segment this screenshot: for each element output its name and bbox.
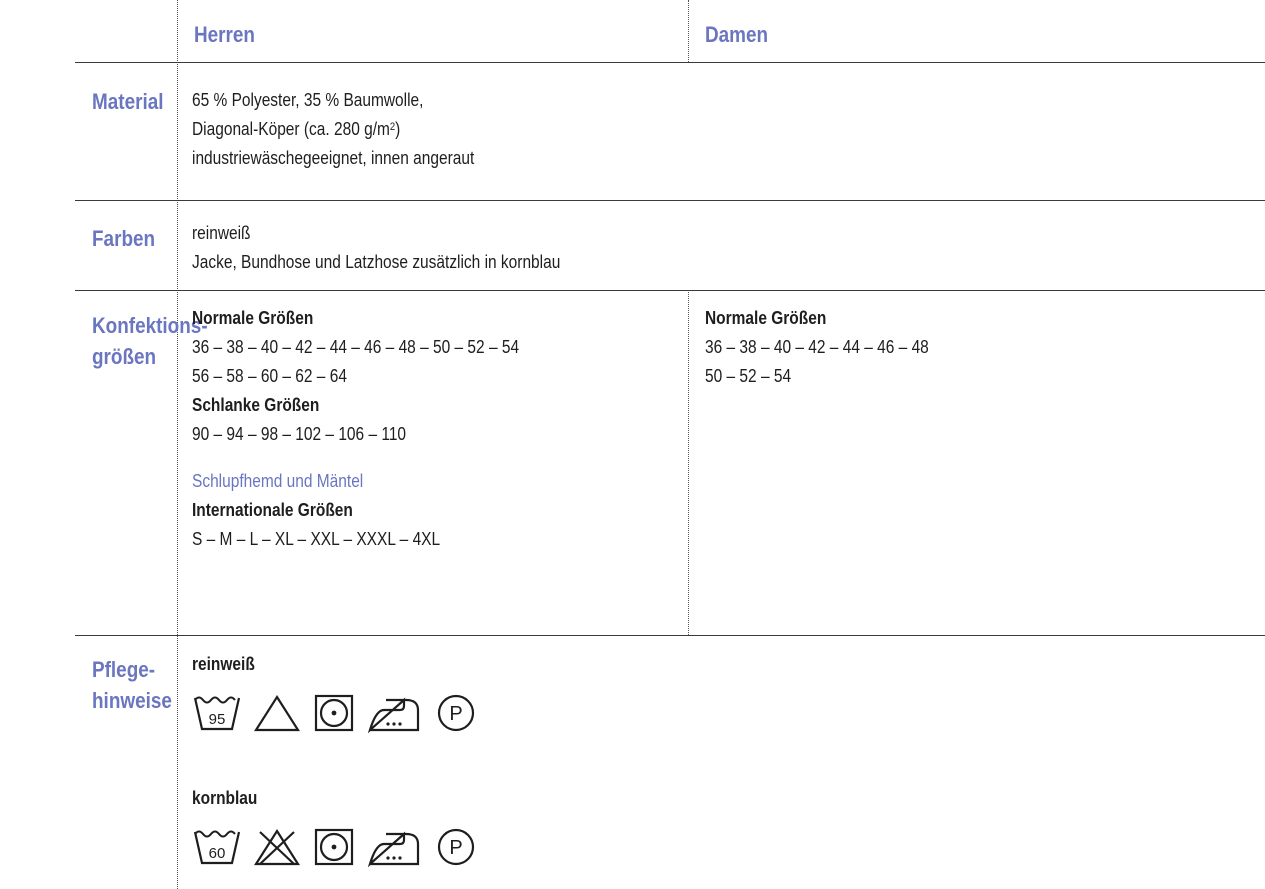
- iron-icon: [367, 831, 420, 868]
- svg-text:60: 60: [209, 845, 226, 862]
- herren-normal-title: Normale Größen: [192, 308, 314, 328]
- farben-line-2: Jacke, Bundhose und Latzhose zusätzlich …: [192, 252, 561, 272]
- row-label-farben: Farben: [92, 226, 156, 251]
- iron-icon: [367, 697, 420, 734]
- farben-line-1: reinweiß: [192, 223, 251, 243]
- groessen-damen: Normale Größen 36 – 38 – 40 – 42 – 44 – …: [705, 304, 929, 391]
- svg-text:P: P: [449, 837, 462, 859]
- damen-normal-title: Normale Größen: [705, 308, 827, 328]
- spec-table: Herren Damen Material 65 % Polyester, 35…: [0, 0, 1265, 889]
- dry-clean-p-icon: P: [437, 694, 475, 732]
- row-rule-1: [75, 62, 1265, 63]
- herren-intl-line: S – M – L – XL – XXL – XXXL – 4XL: [192, 529, 441, 549]
- column-header-damen: Damen: [705, 22, 769, 47]
- row-rule-4: [75, 635, 1265, 636]
- row-rule-3: [75, 290, 1265, 291]
- svg-text:P: P: [449, 703, 462, 725]
- groessen-herren: Normale Größen 36 – 38 – 40 – 42 – 44 – …: [192, 304, 519, 554]
- row-rule-2: [75, 200, 1265, 201]
- column-divider-sizes: [688, 290, 689, 635]
- wash-60-icon: 60: [193, 830, 241, 865]
- care-icons-reinweiss: 95 P: [192, 692, 480, 734]
- tumble-dry-icon: [314, 694, 354, 732]
- herren-schlank-title: Schlanke Größen: [192, 395, 320, 415]
- pflege-reinweiss-title: reinweiß: [192, 654, 255, 674]
- damen-normal-line-1: 36 – 38 – 40 – 42 – 44 – 46 – 48: [705, 337, 929, 357]
- material-line-3: industriewäschegeeignet, innen angeraut: [192, 148, 475, 168]
- dry-clean-p-icon: P: [437, 828, 475, 866]
- farben-text: reinweiß Jacke, Bundhose und Latzhose zu…: [192, 219, 560, 277]
- bleach-allowed-icon: [253, 694, 301, 732]
- column-divider-top-right: [688, 0, 689, 62]
- wash-95-icon: 95: [193, 696, 241, 731]
- svg-text:95: 95: [209, 711, 226, 728]
- row-label-groessen: Konfektions- größen: [92, 313, 208, 369]
- material-line-2: Diagonal-Köper (ca. 280 g/m2): [192, 119, 401, 139]
- herren-normal-line-1: 36 – 38 – 40 – 42 – 44 – 46 – 48 – 50 – …: [192, 337, 520, 357]
- row-label-pflege: Pflege- hinweise: [92, 657, 172, 713]
- column-header-herren: Herren: [194, 22, 255, 47]
- column-divider-left: [177, 0, 178, 889]
- no-bleach-icon: [253, 828, 301, 866]
- herren-intl-title: Internationale Größen: [192, 500, 353, 520]
- tumble-dry-icon: [314, 828, 354, 866]
- herren-normal-line-2: 56 – 58 – 60 – 62 – 64: [192, 366, 347, 386]
- care-icons-kornblau: 60 P: [192, 826, 480, 868]
- material-line-1: 65 % Polyester, 35 % Baumwolle,: [192, 90, 424, 110]
- herren-schlank-line: 90 – 94 – 98 – 102 – 106 – 110: [192, 424, 407, 444]
- pflege-kornblau-title: kornblau: [192, 788, 258, 808]
- row-label-material: Material: [92, 89, 164, 114]
- material-text: 65 % Polyester, 35 % Baumwolle, Diagonal…: [192, 86, 474, 173]
- herren-schlupf-title: Schlupfhemd und Mäntel: [192, 471, 364, 491]
- damen-normal-line-2: 50 – 52 – 54: [705, 366, 792, 386]
